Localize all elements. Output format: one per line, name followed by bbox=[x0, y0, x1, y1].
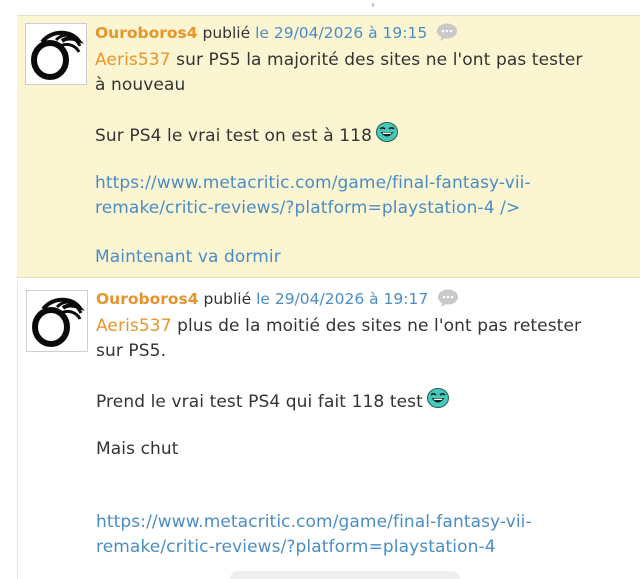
avatar[interactable] bbox=[26, 290, 88, 352]
speech-bubble-icon[interactable] bbox=[436, 23, 458, 46]
post-text: Mais chut bbox=[96, 439, 179, 459]
user-mention-link[interactable]: Aeris537 bbox=[95, 50, 171, 70]
speech-bubble-icon[interactable] bbox=[437, 289, 459, 312]
post-line: Maintenant va dormir bbox=[95, 245, 635, 270]
post-line: remake/critic-reviews/?platform=playstat… bbox=[95, 196, 635, 221]
next-element-edge bbox=[230, 571, 460, 579]
author-name[interactable]: Ouroboros4 bbox=[96, 290, 199, 308]
post-body: Aeris537 plus de la moitié des sites ne … bbox=[96, 314, 636, 560]
post-text: sur PS5. bbox=[96, 341, 167, 361]
previous-post-edge bbox=[0, 0, 640, 15]
user-mention-link[interactable]: Aeris537 bbox=[96, 316, 172, 336]
post-line: Sur PS4 le vrai test on est à 118 bbox=[95, 122, 635, 147]
post-line: à nouveau bbox=[95, 73, 635, 98]
forum-post: Ouroboros4 publié le 29/04/2026 à 19:17 … bbox=[17, 281, 640, 579]
post-date-link[interactable]: le 29/04/2026 à 19:15 bbox=[255, 24, 427, 42]
post-line: sur PS5. bbox=[96, 339, 636, 364]
metacritic-link[interactable]: https://www.metacritic.com/game/final-fa… bbox=[95, 173, 531, 193]
laughing-smiley-icon bbox=[376, 122, 398, 150]
post-text: Sur PS4 le vrai test on est à 118 bbox=[95, 126, 372, 146]
laughing-smiley-icon bbox=[426, 388, 449, 416]
metacritic-link[interactable]: remake/critic-reviews/?platform=playstat… bbox=[95, 198, 520, 218]
avatar[interactable] bbox=[25, 23, 87, 85]
post-text: plus de la moitié des sites ne l'ont pas… bbox=[171, 316, 582, 336]
post-text: Prend le vrai test PS4 qui fait 118 test bbox=[96, 392, 423, 412]
post-body: Aeris537 sur PS5 la majorité des sites n… bbox=[95, 48, 635, 270]
forum-thread: Ouroboros4 publié le 29/04/2026 à 19:15 … bbox=[0, 0, 640, 579]
ouroboros-avatar-icon bbox=[31, 30, 84, 80]
divider-tick bbox=[372, 3, 374, 7]
post-line: remake/critic-reviews/?platform=playstat… bbox=[96, 535, 636, 560]
published-label: publié bbox=[202, 24, 251, 42]
post-date-link[interactable]: le 29/04/2026 à 19:17 bbox=[256, 290, 428, 308]
metacritic-link[interactable]: remake/critic-reviews/?platform=playstat… bbox=[96, 537, 496, 557]
metacritic-link[interactable]: https://www.metacritic.com/game/final-fa… bbox=[96, 512, 532, 532]
post-line: Aeris537 plus de la moitié des sites ne … bbox=[96, 314, 636, 339]
forum-post-highlighted: Ouroboros4 publié le 29/04/2026 à 19:15 … bbox=[17, 15, 640, 278]
post-meta: Ouroboros4 publié le 29/04/2026 à 19:15 bbox=[95, 23, 458, 46]
post-text: à nouveau bbox=[95, 75, 186, 95]
post-text: sur PS5 la majorité des sites ne l'ont p… bbox=[170, 50, 583, 70]
post-line: Mais chut bbox=[96, 437, 636, 462]
post-line: https://www.metacritic.com/game/final-fa… bbox=[95, 171, 635, 196]
post-line: Prend le vrai test PS4 qui fait 118 test bbox=[96, 388, 636, 413]
author-name[interactable]: Ouroboros4 bbox=[95, 24, 198, 42]
maintenant-link[interactable]: Maintenant va dormir bbox=[95, 247, 281, 267]
post-line: Aeris537 sur PS5 la majorité des sites n… bbox=[95, 48, 635, 73]
published-label: publié bbox=[203, 290, 252, 308]
post-meta: Ouroboros4 publié le 29/04/2026 à 19:17 bbox=[96, 289, 459, 312]
post-line: https://www.metacritic.com/game/final-fa… bbox=[96, 510, 636, 535]
ouroboros-avatar-icon bbox=[32, 297, 85, 347]
